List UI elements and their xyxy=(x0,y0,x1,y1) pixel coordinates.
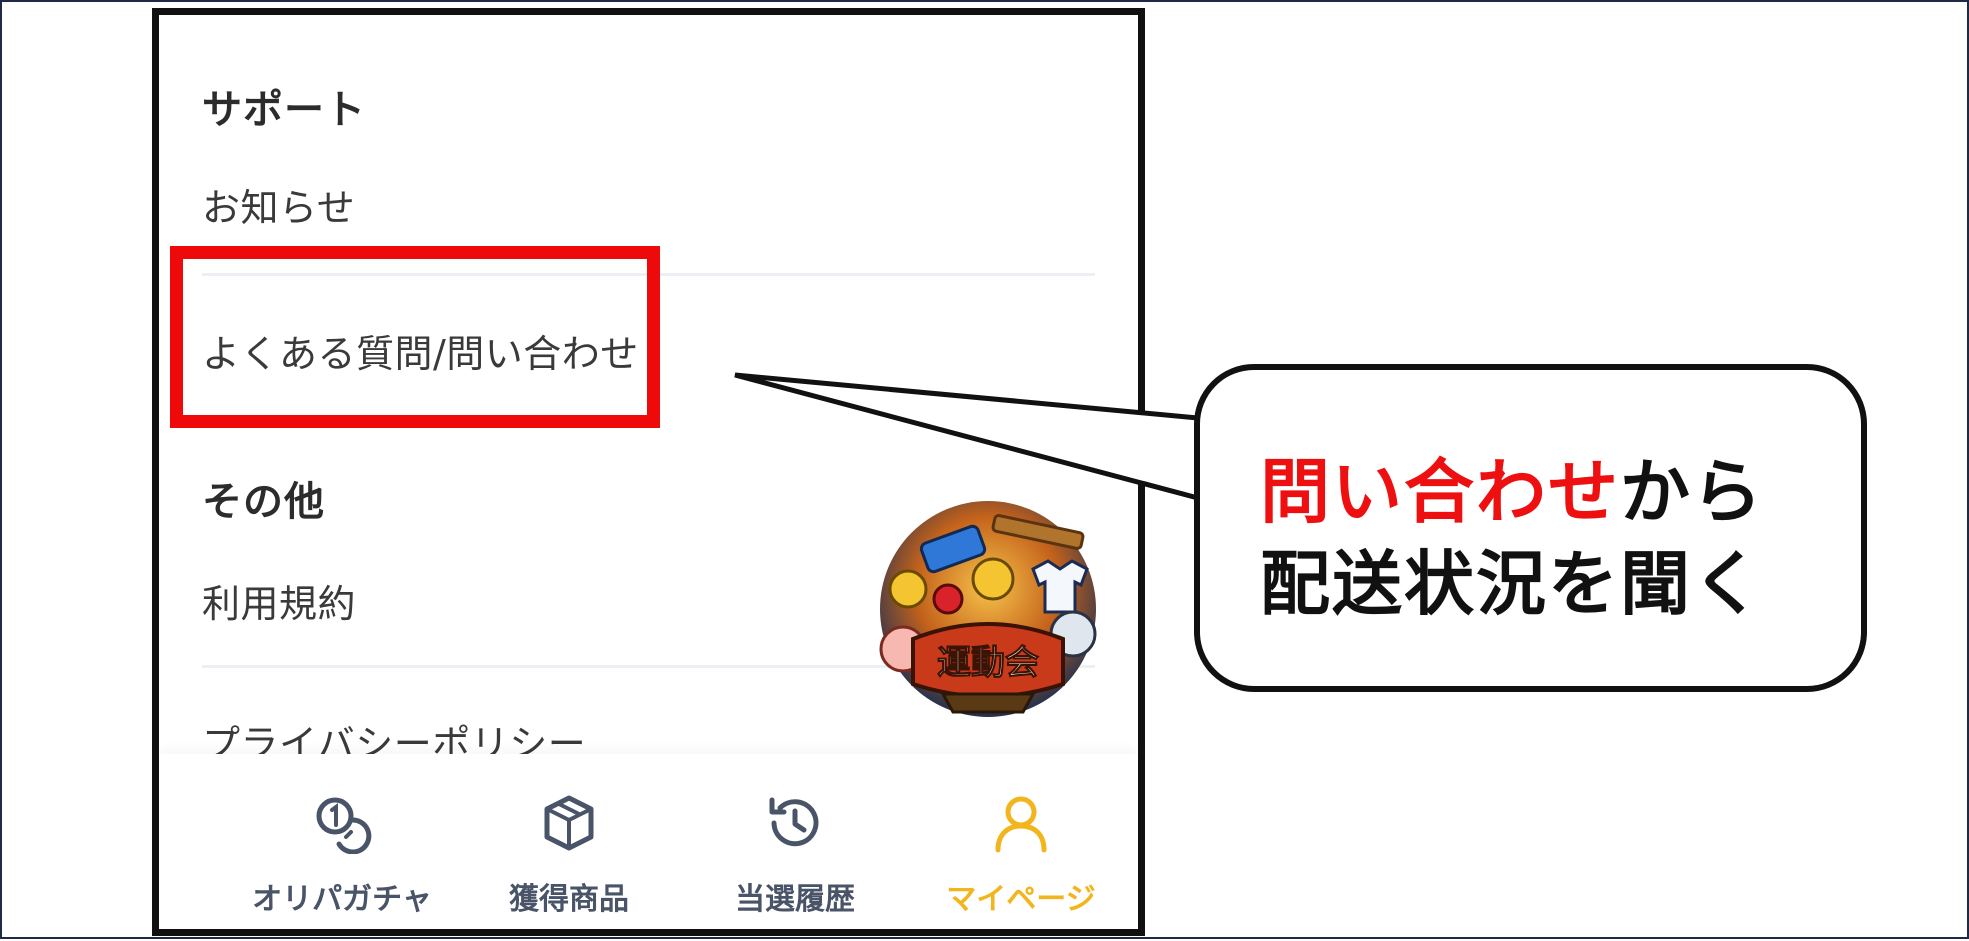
event-banner-icon[interactable]: 運動会 xyxy=(873,499,1103,729)
nav-item-oripa-gacha[interactable]: オリパガチャ xyxy=(222,754,462,929)
callout-accent-text: 問い合わせ xyxy=(1260,451,1620,533)
phone-screen: サポート お知らせ よくある質問/問い合わせ その他 利用規約 プライバシーポリ… xyxy=(152,8,1145,936)
user-icon xyxy=(995,796,1047,853)
nav-label: オリパガチャ xyxy=(252,882,432,917)
annotated-screenshot: サポート お知らせ よくある質問/問い合わせ その他 利用規約 プライバシーポリ… xyxy=(0,0,1969,939)
support-section-heading: サポート xyxy=(202,87,366,133)
svg-text:運動会: 運動会 xyxy=(937,644,1039,682)
nav-label: マイページ xyxy=(946,882,1096,917)
box-icon xyxy=(544,795,594,851)
menu-item-terms[interactable]: 利用規約 xyxy=(202,573,356,628)
nav-item-acquired-items[interactable]: 獲得商品 xyxy=(449,754,689,929)
callout-line-2: 配送状況を聞く xyxy=(1260,543,1764,625)
divider xyxy=(202,273,1095,276)
nav-item-my-page[interactable]: マイページ xyxy=(901,754,1138,929)
nav-label: 獲得商品 xyxy=(509,882,629,917)
callout-line-1-rest: から xyxy=(1620,451,1764,533)
menu-item-faq-contact[interactable]: よくある質問/問い合わせ xyxy=(202,323,639,378)
callout-text: 問い合わせから 配送状況を聞く xyxy=(1260,446,1841,630)
menu-item-news[interactable]: お知らせ xyxy=(202,177,355,232)
nav-label: 当選履歴 xyxy=(735,882,855,917)
nav-item-win-history[interactable]: 当選履歴 xyxy=(675,754,915,929)
coins-icon xyxy=(316,797,372,854)
callout-line-1: 問い合わせから xyxy=(1260,446,1841,538)
other-section-heading: その他 xyxy=(202,479,325,525)
callout-bubble: 問い合わせから 配送状況を聞く xyxy=(1194,364,1867,692)
bottom-navigation: オリパガチャ 獲得商品 当選履歴 マイページ xyxy=(159,754,1138,929)
history-icon xyxy=(769,797,819,847)
